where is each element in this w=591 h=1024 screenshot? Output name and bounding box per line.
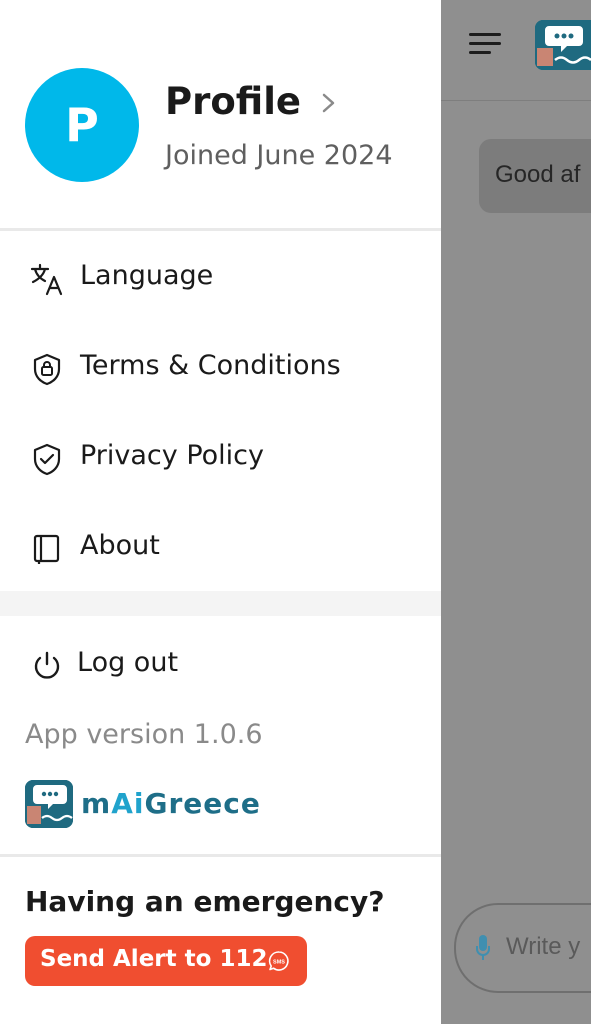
logout-button[interactable]: Log out xyxy=(0,629,441,699)
sms-icon: SMS xyxy=(268,951,289,971)
hamburger-menu-icon[interactable] xyxy=(469,33,501,55)
menu-item-language[interactable]: Language xyxy=(0,242,441,312)
menu-item-terms[interactable]: Terms & Conditions xyxy=(0,332,441,402)
shield-check-icon xyxy=(33,443,61,476)
message-input[interactable]: Write y xyxy=(454,903,591,993)
navigation-drawer: P Profile Joined June 2024 Language Term… xyxy=(0,0,441,1024)
menu-item-label: Terms & Conditions xyxy=(80,350,341,381)
menu-item-label: Privacy Policy xyxy=(80,440,265,471)
menu-item-about[interactable]: About xyxy=(0,512,441,582)
translate-icon xyxy=(30,263,63,296)
menu-item-label: Language xyxy=(80,260,214,291)
menu-item-privacy-policy[interactable]: Privacy Policy xyxy=(0,422,441,492)
sms-icon-text: SMS xyxy=(273,960,285,966)
greeting-message-bubble: Good af xyxy=(479,139,591,213)
app-logo-icon xyxy=(25,780,73,828)
greeting-text: Good af xyxy=(495,161,581,188)
power-icon xyxy=(34,651,60,679)
section-separator xyxy=(0,591,441,616)
emergency-title: Having an emergency? xyxy=(25,885,385,918)
logout-label: Log out xyxy=(77,647,179,678)
brand-name: mAiGreece xyxy=(81,787,261,820)
chevron-right-icon[interactable] xyxy=(320,92,338,114)
brand-name-ai: Ai xyxy=(111,787,145,820)
app-logo-icon xyxy=(535,20,591,70)
book-icon xyxy=(33,534,60,564)
profile-header[interactable]: P Profile Joined June 2024 xyxy=(0,0,441,228)
send-alert-label: Send Alert to 112 xyxy=(40,946,268,972)
divider xyxy=(0,854,441,857)
profile-title[interactable]: Profile xyxy=(165,80,301,123)
menu-item-label: About xyxy=(80,530,160,561)
input-placeholder: Write y xyxy=(506,933,581,960)
app-version: App version 1.0.6 xyxy=(25,719,263,750)
profile-joined-date: Joined June 2024 xyxy=(165,140,393,171)
shield-lock-icon xyxy=(33,353,61,386)
divider xyxy=(0,228,441,231)
avatar[interactable]: P xyxy=(25,68,139,182)
brand-name-suffix: Greece xyxy=(144,787,261,820)
microphone-icon[interactable] xyxy=(476,935,490,961)
send-alert-button[interactable]: Send Alert to 112 SMS xyxy=(25,936,307,986)
brand-name-prefix: m xyxy=(81,787,112,820)
